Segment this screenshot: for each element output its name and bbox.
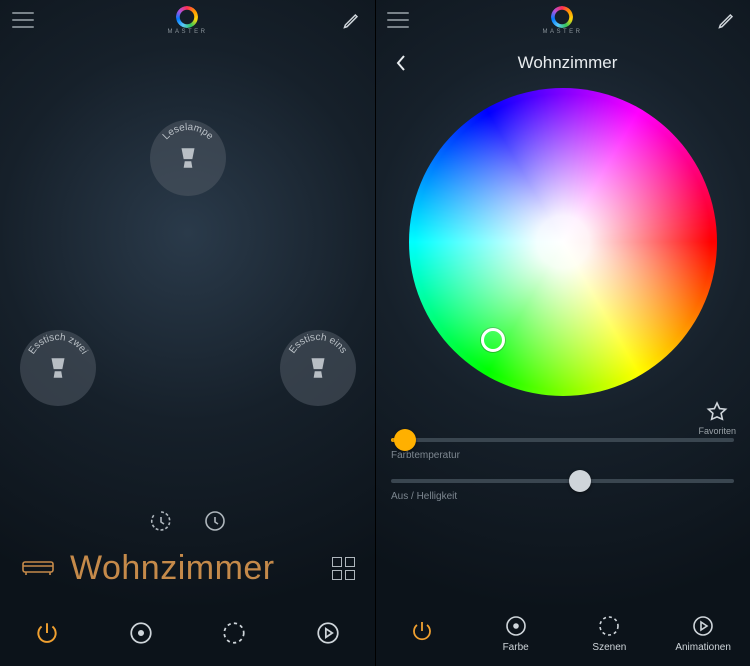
spotlight-icon <box>45 355 71 381</box>
tab-power[interactable] <box>0 600 94 666</box>
tab-color[interactable]: Farbe <box>469 600 563 666</box>
tab-scenes[interactable] <box>188 600 282 666</box>
bulb-leselampe[interactable]: Leselampe <box>150 120 226 196</box>
tab-label: Animationen <box>675 642 731 653</box>
slider-color-temp-label: Farbtemperatur <box>391 450 734 461</box>
tab-animations[interactable] <box>281 600 375 666</box>
subheader: Wohnzimmer <box>375 40 750 86</box>
tab-power[interactable] <box>375 600 469 666</box>
favorites-label: Favoriten <box>698 426 736 436</box>
timer-row <box>148 508 228 534</box>
color-wheel-container <box>375 88 750 396</box>
master-logo: MASTER <box>167 6 207 35</box>
svg-text:Leselampe: Leselampe <box>161 122 216 143</box>
spotlight-icon <box>175 145 201 171</box>
color-wheel-cursor[interactable] <box>481 328 505 352</box>
star-icon <box>705 400 729 424</box>
slider-brightness-thumb[interactable] <box>569 470 591 492</box>
favorites-button[interactable]: Favoriten <box>698 400 736 436</box>
edit-icon[interactable] <box>341 9 363 31</box>
slider-brightness-track[interactable] <box>391 479 734 483</box>
master-label: MASTER <box>167 29 207 35</box>
header: MASTER <box>375 0 750 40</box>
spotlight-icon <box>305 355 331 381</box>
tab-label: Farbe <box>503 642 529 653</box>
tab-label: Szenen <box>592 642 626 653</box>
edit-icon[interactable] <box>716 9 738 31</box>
room-name: Wohnzimmer <box>70 549 318 588</box>
slider-brightness-label: Aus / Helligkeit <box>391 491 734 502</box>
page-title: Wohnzimmer <box>421 53 734 73</box>
menu-icon[interactable] <box>387 12 409 28</box>
sliders: Farbtemperatur Aus / Helligkeit <box>391 438 734 520</box>
tabbar-left <box>0 600 375 666</box>
bulb-esstisch-eins[interactable]: Esstisch eins <box>280 330 356 406</box>
master-logo: MASTER <box>542 6 582 35</box>
sofa-icon <box>20 554 56 583</box>
bulb-esstisch-zwei[interactable]: Esstisch zwei <box>20 330 96 406</box>
grid-view-icon[interactable] <box>332 557 355 580</box>
slider-color-temp-thumb[interactable] <box>394 429 416 451</box>
screen-color-picker: MASTER Wohnzimmer Favoriten Farbtemperat… <box>375 0 750 666</box>
svg-text:Esstisch zwei: Esstisch zwei <box>27 332 90 356</box>
timer-clock-icon[interactable] <box>202 508 228 534</box>
menu-icon[interactable] <box>12 12 34 28</box>
power-ring-icon <box>176 6 198 28</box>
room-title-row: Wohnzimmer <box>0 536 375 600</box>
master-label: MASTER <box>542 29 582 35</box>
screen-room-layout: MASTER Leselampe Esstisch zwei Esstisch … <box>0 0 375 666</box>
slider-color-temp: Farbtemperatur <box>391 438 734 461</box>
power-ring-icon <box>551 6 573 28</box>
svg-text:Esstisch eins: Esstisch eins <box>287 332 349 356</box>
header: MASTER <box>0 0 375 40</box>
tab-animations[interactable]: Animationen <box>656 600 750 666</box>
tab-scenes[interactable]: Szenen <box>563 600 657 666</box>
tab-color[interactable] <box>94 600 188 666</box>
slider-color-temp-track[interactable] <box>391 438 734 442</box>
timer-countdown-icon[interactable] <box>148 508 174 534</box>
color-wheel[interactable] <box>409 88 717 396</box>
back-icon[interactable] <box>391 53 411 73</box>
slider-brightness: Aus / Helligkeit <box>391 479 734 502</box>
tabbar-right: Farbe Szenen Animationen <box>375 600 750 666</box>
